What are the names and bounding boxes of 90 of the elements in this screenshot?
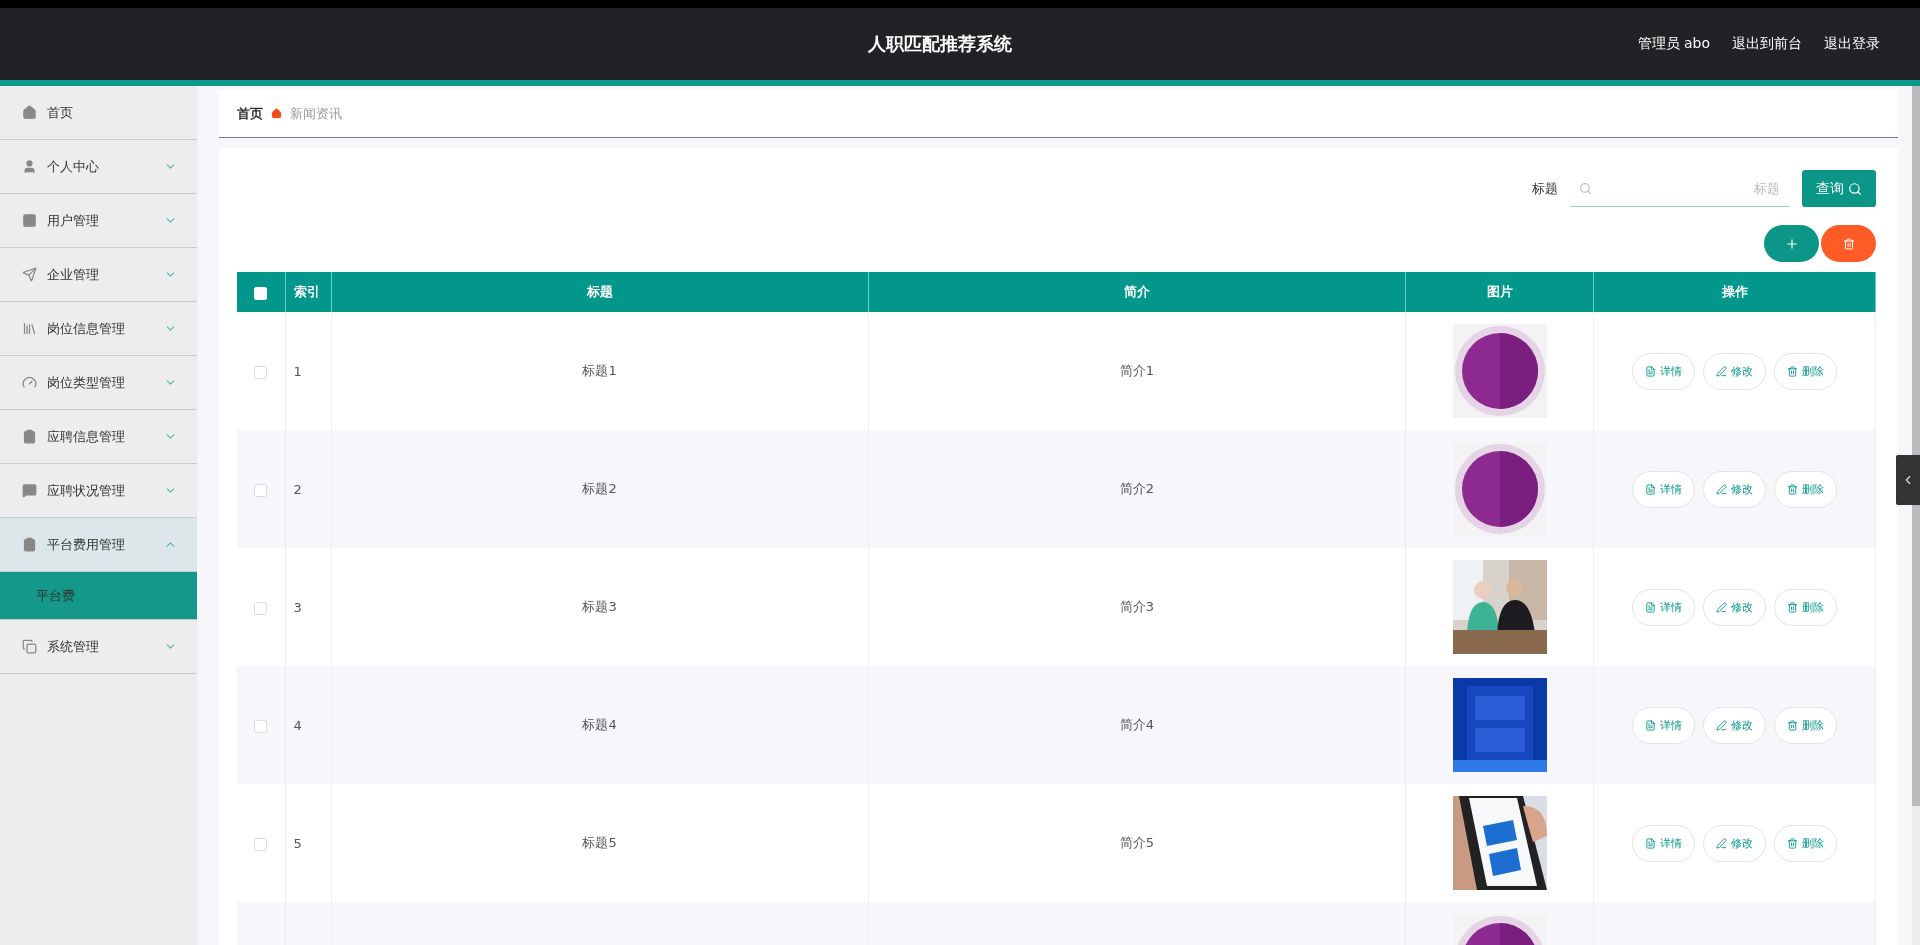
table-cell: 2 (293, 481, 302, 497)
home-icon (22, 105, 37, 120)
details-button[interactable]: 详情 (1632, 824, 1695, 862)
chat-icon (22, 483, 37, 498)
trash-icon (1787, 719, 1798, 731)
sidebar-item[interactable]: 岗位信息管理 (0, 302, 197, 356)
sidebar-item[interactable]: 平台费用管理 (0, 518, 197, 572)
table-cell: 3 (293, 599, 302, 615)
remove-button[interactable]: 删除 (1774, 706, 1837, 744)
trash-icon (1787, 837, 1798, 849)
sidebar-item[interactable]: 岗位类型管理 (0, 356, 197, 410)
pen-icon (1716, 601, 1727, 613)
document-icon (1645, 837, 1656, 849)
send-icon (22, 267, 37, 282)
sidebar-item[interactable]: 用户管理 (0, 194, 197, 248)
column-header: 图片 (1405, 272, 1594, 312)
table-cell: 简介2 (1119, 481, 1154, 496)
row-checkbox[interactable] (254, 365, 268, 379)
sidebar-item[interactable]: 系统管理 (0, 620, 197, 674)
table-cell: 简介1 (1119, 363, 1154, 378)
details-button[interactable]: 详情 (1632, 706, 1695, 744)
column-header: 索引 (285, 272, 331, 312)
table-cell: 简介4 (1119, 717, 1154, 732)
table-cell: 标题1 (582, 363, 617, 378)
remove-button[interactable]: 删除 (1774, 470, 1837, 508)
table-cell: 1 (293, 363, 302, 379)
breadcrumb-item[interactable]: 新闻资讯 (290, 104, 342, 123)
column-header: 标题 (331, 272, 869, 312)
trash-icon (1787, 365, 1798, 377)
sidebar-item[interactable]: 首页 (0, 86, 197, 140)
pen-icon (1716, 837, 1727, 849)
edit-button[interactable]: 修改 (1703, 706, 1766, 744)
home-icon (271, 108, 282, 119)
app-title: 人职匹配推荐系统 (868, 32, 1012, 56)
edit-button[interactable]: 修改 (1703, 470, 1766, 508)
table-cell: 标题4 (582, 717, 617, 732)
sidebar-item[interactable]: 企业管理 (0, 248, 197, 302)
row-checkbox[interactable] (254, 483, 268, 497)
details-button[interactable]: 详情 (1632, 588, 1695, 626)
document-icon (1645, 719, 1656, 731)
pen-icon (1716, 483, 1727, 495)
scrollbar[interactable] (1912, 86, 1920, 806)
remove-button[interactable]: 删除 (1774, 588, 1837, 626)
document-icon (1645, 365, 1656, 377)
search-icon (1848, 181, 1862, 196)
document-icon (1645, 483, 1656, 495)
edit-button[interactable]: 修改 (1703, 588, 1766, 626)
column-header: 简介 (868, 272, 1406, 312)
trash-icon (1787, 483, 1798, 495)
add-button[interactable] (1764, 225, 1819, 262)
remove-button[interactable]: 删除 (1774, 824, 1837, 862)
pen-icon (1716, 365, 1727, 377)
column-header: 操作 (1593, 272, 1876, 312)
header-link[interactable]: 退出登录 (1824, 35, 1880, 53)
books-icon (22, 321, 37, 336)
select-all-checkbox[interactable] (254, 286, 268, 300)
user-icon (22, 159, 37, 174)
pen-icon (1716, 719, 1727, 731)
edit-button[interactable]: 修改 (1703, 352, 1766, 390)
gauge-icon (22, 375, 37, 390)
breadcrumb-item[interactable]: 首页 (237, 104, 263, 123)
table-cell: 标题5 (582, 835, 617, 850)
details-button[interactable]: 详情 (1632, 352, 1695, 390)
table-cell: 5 (293, 835, 302, 851)
document-icon (1645, 601, 1656, 613)
table-cell: 标题3 (582, 599, 617, 614)
row-checkbox[interactable] (254, 601, 268, 615)
copy-icon (22, 639, 37, 654)
edit-button[interactable]: 修改 (1703, 824, 1766, 862)
submenu-item[interactable]: 平台费 (0, 572, 197, 620)
table-cell: 简介3 (1119, 599, 1154, 614)
header-link[interactable]: 退出到前台 (1732, 35, 1802, 53)
table-cell: 4 (293, 717, 302, 733)
table-cell: 标题2 (582, 481, 617, 496)
search-icon (1579, 181, 1592, 195)
table-cell: 简介5 (1119, 835, 1154, 850)
plus-icon (1784, 236, 1799, 251)
trash-icon (1787, 601, 1798, 613)
search-label: 标题 (1532, 179, 1558, 198)
remove-button[interactable]: 删除 (1774, 352, 1837, 390)
header-link[interactable]: 管理员 abo (1637, 35, 1710, 53)
delete-button[interactable] (1821, 225, 1876, 262)
sidebar-item[interactable]: 个人中心 (0, 140, 197, 194)
trash-icon (1842, 237, 1855, 250)
search-button[interactable]: 查询 (1802, 170, 1876, 207)
sidebar-item[interactable]: 应聘信息管理 (0, 410, 197, 464)
row-checkbox[interactable] (254, 719, 268, 733)
collapse-tab[interactable] (1896, 455, 1920, 505)
details-button[interactable]: 详情 (1632, 470, 1695, 508)
row-checkbox[interactable] (254, 837, 268, 851)
